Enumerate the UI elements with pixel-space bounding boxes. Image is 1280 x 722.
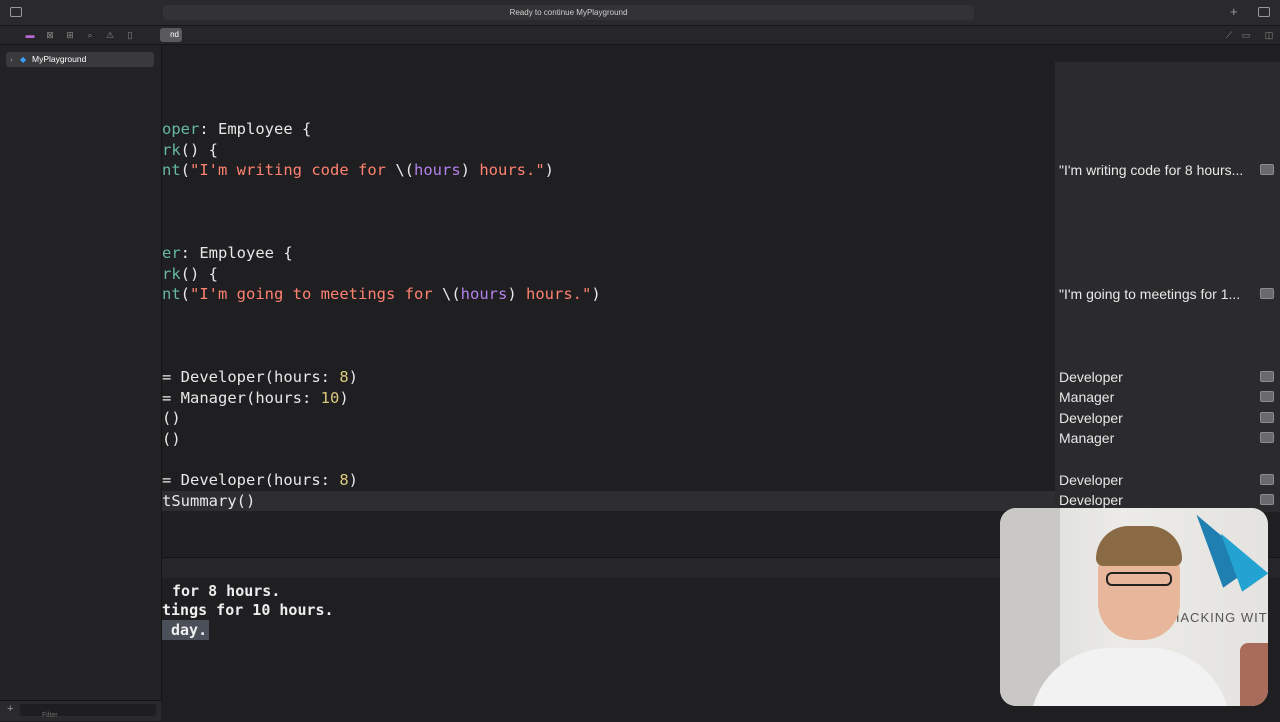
- code-line: (): [162, 430, 181, 448]
- split-editor-icon[interactable]: ◫: [1264, 30, 1274, 40]
- code-line: = Developer(hours: 8): [162, 471, 359, 489]
- console-line: tings for 10 hours.: [162, 601, 334, 619]
- webcam-chair: [1240, 643, 1268, 706]
- filter-field[interactable]: Filter: [20, 704, 156, 719]
- search-icon[interactable]: ⌕: [85, 30, 95, 40]
- quick-look-icon[interactable]: [1260, 412, 1274, 423]
- quick-look-icon[interactable]: [1260, 288, 1274, 299]
- webcam-person-shirt: [1030, 648, 1230, 706]
- source-control-icon[interactable]: ⊠: [45, 30, 55, 40]
- swift-icon: ◆: [20, 55, 27, 64]
- tab-bar: [0, 26, 1280, 45]
- code-line: oper: Employee {: [162, 120, 312, 138]
- related-items-icon[interactable]: ⟋: [1224, 30, 1234, 40]
- navigator-item-myplayground[interactable]: › ◆ MyPlayground: [6, 52, 154, 67]
- warning-icon[interactable]: ⚠: [105, 30, 115, 40]
- code-line: rk() {: [162, 265, 218, 283]
- result-value: "I'm going to meetings for 1...: [1059, 286, 1241, 302]
- webcam-brand-text: HACKING WIT: [1170, 610, 1268, 625]
- code-lines-bottom: = Developer(hours: 8) tSummary(): [162, 470, 1055, 515]
- navigator-sidebar: [0, 45, 162, 700]
- webcam-person-hair: [1096, 526, 1182, 566]
- quick-look-icon[interactable]: [1260, 164, 1274, 175]
- result-value: Developer: [1059, 472, 1123, 488]
- add-icon[interactable]: +: [7, 703, 13, 715]
- chevron-right-icon[interactable]: ›: [10, 52, 13, 67]
- result-value: Developer: [1059, 410, 1123, 426]
- result-value: Manager: [1059, 389, 1115, 405]
- navigator-item-label: MyPlayground: [32, 54, 87, 64]
- console-line: for 8 hours.: [172, 582, 281, 600]
- quick-look-icon[interactable]: [1260, 474, 1274, 485]
- result-value: Manager: [1059, 430, 1115, 446]
- folder-icon[interactable]: ▬: [25, 30, 35, 40]
- test-icon[interactable]: ▯: [125, 30, 135, 40]
- sidebar-right-icon[interactable]: [1258, 7, 1270, 17]
- webcam-person-glasses: [1106, 572, 1172, 586]
- code-line: nt("I'm going to meetings for \(hours) h…: [162, 285, 601, 303]
- plus-icon[interactable]: +: [1230, 5, 1238, 19]
- webcam-overlay: HACKING WIT: [1000, 508, 1268, 706]
- result-value: Developer: [1059, 492, 1123, 508]
- filter-placeholder: Filter: [42, 712, 58, 719]
- result-value: "I'm writing code for 8 hours...: [1059, 162, 1244, 178]
- quick-look-icon[interactable]: [1260, 371, 1274, 382]
- code-line: er: Employee {: [162, 244, 293, 262]
- code-line: (): [162, 409, 181, 427]
- symbol-icon[interactable]: ⊞: [65, 30, 75, 40]
- code-line: nt("I'm writing code for \(hours) hours.…: [162, 161, 555, 179]
- code-line: = Manager(hours: 10): [162, 389, 349, 407]
- sidebar-left-icon[interactable]: [10, 7, 22, 17]
- code-line: rk() {: [162, 141, 218, 159]
- quick-look-icon[interactable]: [1260, 391, 1274, 402]
- quick-look-icon[interactable]: [1260, 432, 1274, 443]
- result-value: Developer: [1059, 369, 1123, 385]
- quick-look-icon[interactable]: [1260, 494, 1274, 505]
- activity-status: Ready to continue MyPlayground: [163, 5, 974, 20]
- tab-active[interactable]: nd: [160, 28, 182, 42]
- console-line-selected: day.: [162, 620, 210, 640]
- editor-options-icon[interactable]: ▭: [1241, 30, 1251, 40]
- code-line: tSummary(): [162, 492, 256, 510]
- code-line: = Developer(hours: 8): [162, 368, 359, 386]
